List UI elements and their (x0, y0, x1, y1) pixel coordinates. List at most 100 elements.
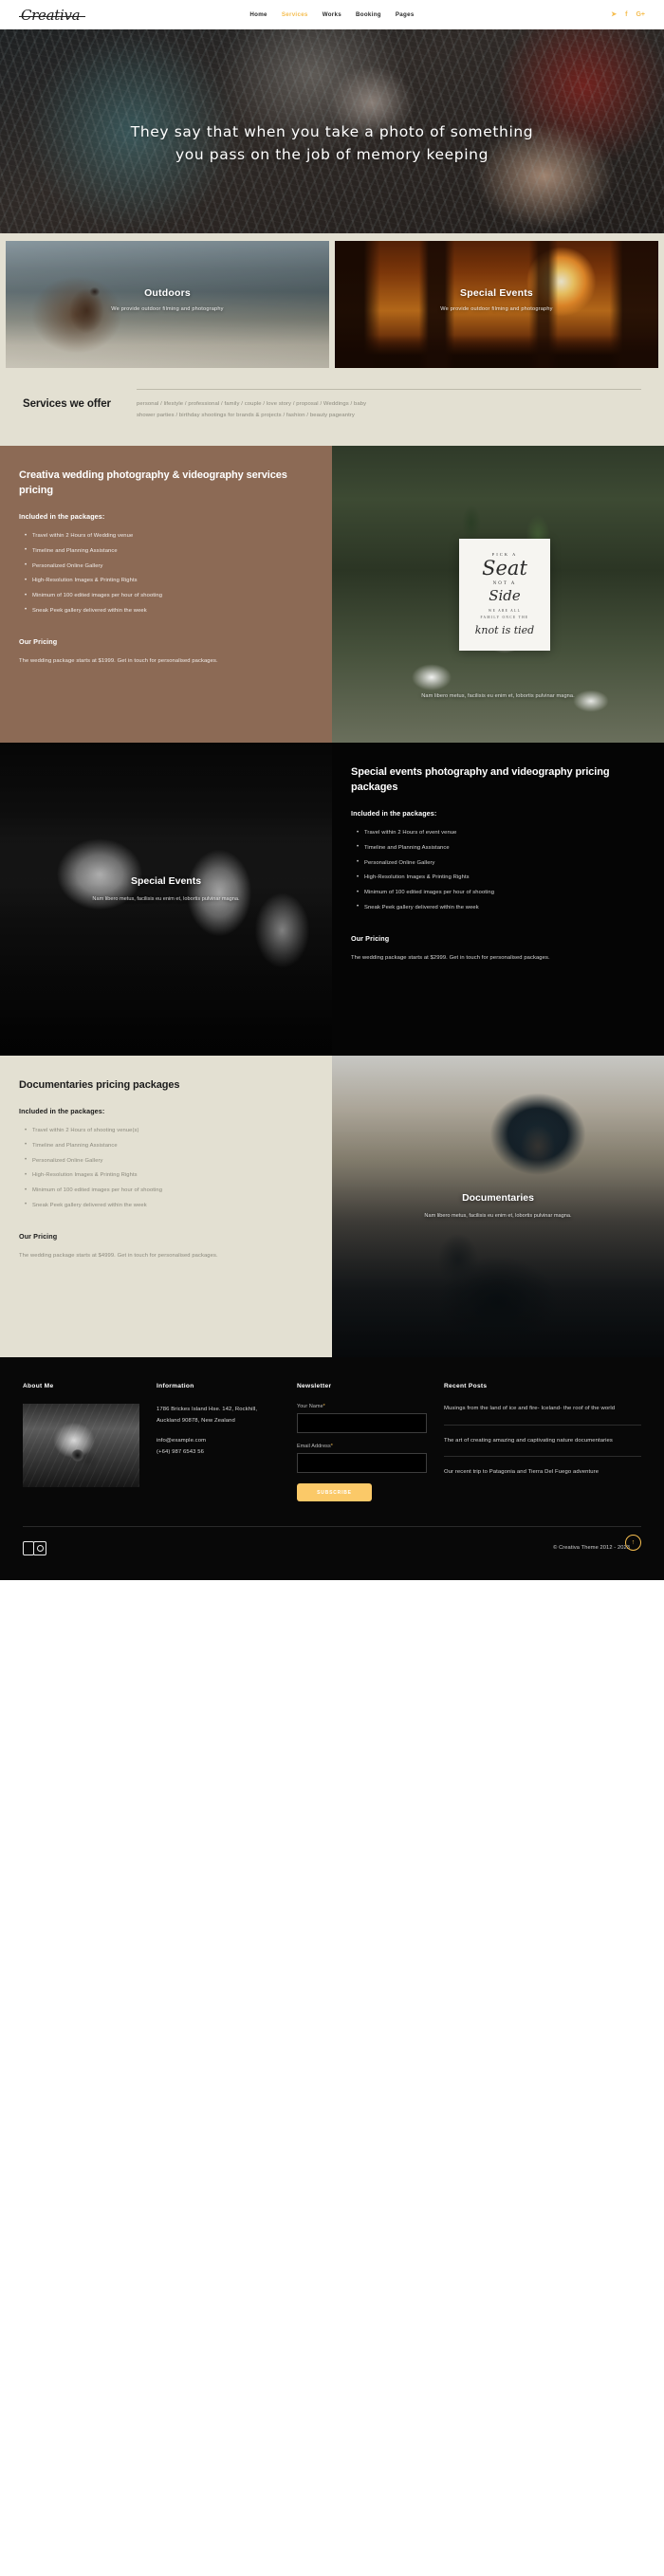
sign-line-6: FAMILY ONCE THE (480, 616, 529, 620)
documentaries-image-pane: Documentaries Nam libero metus, facilisi… (332, 1056, 664, 1358)
email-address-label: Email Address* (297, 1444, 427, 1449)
your-name-label: Your Name* (297, 1404, 427, 1409)
required-mark: * (330, 1444, 333, 1450)
footer-column-newsletter: Newsletter Your Name* Email Address* SUB… (297, 1383, 427, 1502)
footer-bottom-bar: © Creativa Theme 2012 - 2023 ↑ (23, 1526, 641, 1580)
wedding-pricing-text-pane: Creativa wedding photography & videograp… (0, 446, 332, 744)
list-item: Sneak Peek gallery delivered within the … (357, 904, 645, 911)
sign-line-5: WE ARE ALL (488, 609, 522, 614)
list-item: High-Resolution Images & Printing Rights (25, 578, 313, 585)
list-item: High-Resolution Images & Printing Rights (25, 1172, 313, 1180)
address-line-1: 1786 Brickes Island Hse. 142, Rockhill, (157, 1407, 258, 1413)
outdoors-card-shade (6, 241, 329, 368)
special-events-pricing-text: The wedding package starts at $2999. Get… (351, 954, 550, 961)
recent-post-item[interactable]: Our recent trip to Patagonia and Tierra … (444, 1467, 641, 1488)
outdoors-card-subtitle: We provide outdoor filming and photograp… (111, 306, 224, 312)
documentaries-included-list: Travel within 2 Hours of shooting venue(… (25, 1128, 313, 1209)
list-item: Timeline and Planning Assistance (357, 844, 645, 852)
special-events-image-label: Special Events (130, 875, 202, 888)
services-we-offer-section: Services we offer personal / lifestyle /… (0, 368, 664, 447)
main-navigation: Home Services Works Booking Pages (249, 11, 414, 18)
copyright-text: © Creativa Theme 2012 - 2023 (553, 1545, 630, 1552)
outdoors-card-title: Outdoors (144, 287, 191, 299)
service-card-special-events[interactable]: Special Events We provide outdoor filmin… (335, 241, 658, 368)
services-list-line-2: shower parties / birthday shootings for … (137, 413, 355, 419)
special-events-image-caption: Nam libero metus, facilisis eu enim et, … (92, 896, 240, 903)
special-events-card-title: Special Events (460, 287, 533, 299)
list-item: Travel within 2 Hours of event venue (357, 830, 645, 837)
service-cards-row: Outdoors We provide outdoor filming and … (6, 241, 658, 368)
wedding-our-pricing-label: Our Pricing (19, 636, 58, 646)
email-address-label-text: Email Address (297, 1444, 331, 1450)
special-events-card-shade (335, 241, 658, 368)
footer-column-information: Information 1786 Brickes Island Hse. 142… (157, 1383, 280, 1501)
newsletter-title: Newsletter (297, 1383, 332, 1390)
service-card-outdoors[interactable]: Outdoors We provide outdoor filming and … (6, 241, 329, 368)
hero-banner: They say that when you take a photo of s… (0, 29, 664, 233)
contact-phone[interactable]: (+64) 987 6543 56 (157, 1446, 280, 1458)
twitter-icon[interactable]: ➤ (611, 11, 617, 18)
sign-line-1: PICK A (491, 552, 518, 558)
list-item: Minimum of 100 edited images per hour of… (357, 889, 645, 896)
site-logo[interactable]: Creativa (19, 7, 86, 24)
wedding-image-pane: PICK A Seat NOT A Side WE ARE ALL FAMILY… (332, 446, 664, 744)
documentaries-image-caption: Nam libero metus, facilisis eu enim et, … (424, 1213, 572, 1220)
social-links: ➤ f G+ (611, 11, 645, 18)
site-header: Creativa Home Services Works Booking Pag… (0, 0, 664, 29)
camera-icon (23, 1540, 51, 1556)
list-item: Minimum of 100 edited images per hour of… (25, 592, 313, 599)
documentaries-included-label: Included in the packages: (19, 1107, 105, 1116)
recent-post-item[interactable]: The art of creating amazing and captivat… (444, 1436, 641, 1458)
list-item: Sneak Peek gallery delivered within the … (25, 1202, 313, 1209)
wedding-pricing-section: Creativa wedding photography & videograp… (0, 446, 664, 744)
special-events-included-label: Included in the packages: (351, 809, 437, 819)
your-name-input[interactable] (297, 1413, 427, 1434)
email-address-input[interactable] (297, 1453, 427, 1474)
nav-item-home[interactable]: Home (249, 11, 267, 18)
back-to-top-button[interactable]: ↑ (625, 1535, 641, 1552)
footer-column-about: About Me (23, 1383, 139, 1501)
your-name-label-text: Your Name (297, 1404, 323, 1410)
list-item: Sneak Peek gallery delivered within the … (25, 607, 313, 615)
documentaries-pricing-section: Documentaries pricing packages Included … (0, 1056, 664, 1358)
nav-item-works[interactable]: Works (323, 11, 341, 18)
services-we-offer-content: personal / lifestyle / professional / fa… (127, 389, 641, 421)
recent-posts-title: Recent Posts (444, 1383, 488, 1390)
list-item: Minimum of 100 edited images per hour of… (25, 1187, 313, 1195)
about-me-photo (23, 1404, 139, 1488)
footer-column-recent-posts: Recent Posts Musings from the land of ic… (444, 1383, 641, 1501)
list-item: Personalized Online Gallery (25, 562, 313, 570)
subscribe-button[interactable]: SUBSCRIBE (297, 1483, 372, 1502)
special-events-pricing-section: Special Events Nam libero metus, facilis… (0, 743, 664, 1057)
wedding-included-list: Travel within 2 Hours of Wedding venue T… (25, 533, 313, 615)
list-item: Personalized Online Gallery (25, 1157, 313, 1165)
wedding-image-caption: Nam libero metus, facilisis eu enim et, … (421, 693, 575, 700)
wedding-pricing-heading: Creativa wedding photography & videograp… (19, 469, 287, 497)
recent-post-item[interactable]: Musings from the land of ice and fire- I… (444, 1404, 641, 1426)
information-title: Information (157, 1383, 194, 1390)
nav-item-services[interactable]: Services (282, 11, 308, 18)
documentaries-heading: Documentaries pricing packages (19, 1079, 180, 1092)
facebook-icon[interactable]: f (625, 11, 627, 18)
list-item: Timeline and Planning Assistance (25, 1142, 313, 1150)
wedding-included-label: Included in the packages: (19, 512, 105, 522)
documentaries-image-label: Documentaries (462, 1192, 534, 1205)
special-events-included-list: Travel within 2 Hours of event venue Tim… (357, 830, 645, 911)
list-item: High-Resolution Images & Printing Rights (357, 874, 645, 882)
nav-item-booking[interactable]: Booking (356, 11, 381, 18)
nav-item-pages[interactable]: Pages (396, 11, 415, 18)
sign-line-2: Seat (482, 557, 527, 580)
hero-quote: They say that when you take a photo of s… (130, 123, 534, 164)
special-events-image-pane: Special Events Nam libero metus, facilis… (0, 743, 332, 1057)
contact-email[interactable]: info@example.com (157, 1435, 280, 1446)
services-we-offer-title: Services we offer (23, 398, 111, 410)
sign-line-3: NOT A (492, 581, 517, 587)
google-plus-icon[interactable]: G+ (636, 11, 645, 18)
wedding-pricing-text: The wedding package starts at $1999. Get… (19, 657, 218, 664)
list-item: Personalized Online Gallery (357, 859, 645, 867)
documentaries-pricing-text: The wedding package starts at $4999. Get… (19, 1253, 218, 1260)
documentaries-text-pane: Documentaries pricing packages Included … (0, 1056, 332, 1358)
special-events-text-pane: Special events photography and videograp… (332, 743, 664, 1057)
divider (137, 389, 641, 390)
